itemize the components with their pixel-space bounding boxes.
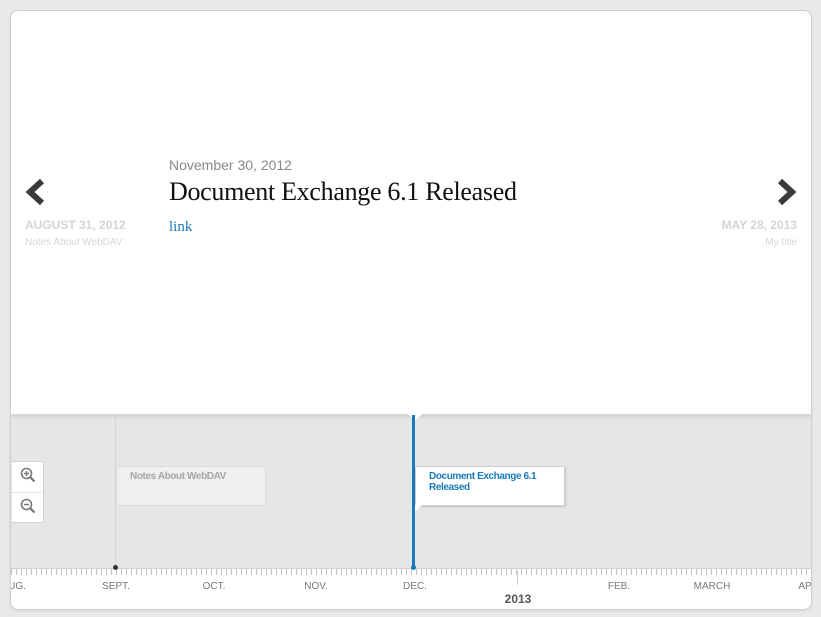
- slide-date: November 30, 2012: [169, 157, 292, 173]
- previous-slide-button[interactable]: AUGUST 31, 2012 Notes About WebDAV: [25, 179, 135, 249]
- zoom-in-button[interactable]: [12, 462, 43, 492]
- time-axis[interactable]: UG. SEPT. OCT. NOV. DEC. FEB. MARCH AP 2…: [11, 565, 812, 609]
- previous-slide-date: AUGUST 31, 2012: [25, 218, 126, 232]
- month-label: DEC.: [403, 581, 427, 592]
- event-dot: [113, 565, 118, 570]
- slide-pointer: [407, 413, 423, 421]
- timeline-flag[interactable]: Notes About WebDAV: [116, 466, 266, 506]
- month-label: SEPT.: [102, 581, 130, 592]
- slide-link[interactable]: link: [169, 219, 192, 236]
- previous-slide-title: Notes About WebDAV: [25, 237, 123, 248]
- chevron-left-icon: [25, 179, 135, 205]
- month-label: NOV.: [304, 581, 328, 592]
- zoom-in-icon: [20, 467, 36, 488]
- slider: AUGUST 31, 2012 Notes About WebDAV Novem…: [11, 11, 811, 415]
- zoom-out-icon: [20, 498, 36, 519]
- year-tick: [517, 571, 518, 585]
- year-label: 2013: [504, 592, 532, 606]
- slide-headline: Document Exchange 6.1 Released: [169, 177, 517, 206]
- next-slide-date: MAY 28, 2013: [721, 218, 797, 232]
- next-slide-title: My title: [765, 237, 797, 248]
- month-label: FEB.: [607, 581, 631, 592]
- zoom-controls: [12, 461, 44, 523]
- event-dot-active: [411, 565, 416, 570]
- timeline-frame: AUGUST 31, 2012 Notes About WebDAV Novem…: [10, 10, 812, 610]
- month-label: MARCH: [693, 581, 731, 592]
- timeline-flag-active[interactable]: Document Exchange 6.1 Released: [415, 466, 565, 512]
- slide-content: November 30, 2012 Document Exchange 6.1 …: [169, 157, 517, 236]
- zoom-out-button[interactable]: [12, 492, 43, 523]
- next-slide-button[interactable]: MAY 28, 2013 My title: [687, 179, 797, 249]
- month-label: AP: [798, 581, 812, 592]
- month-label: OCT.: [202, 581, 226, 592]
- axis-ticks: [11, 569, 811, 575]
- month-label: UG.: [11, 581, 26, 592]
- chevron-right-icon: [687, 179, 797, 205]
